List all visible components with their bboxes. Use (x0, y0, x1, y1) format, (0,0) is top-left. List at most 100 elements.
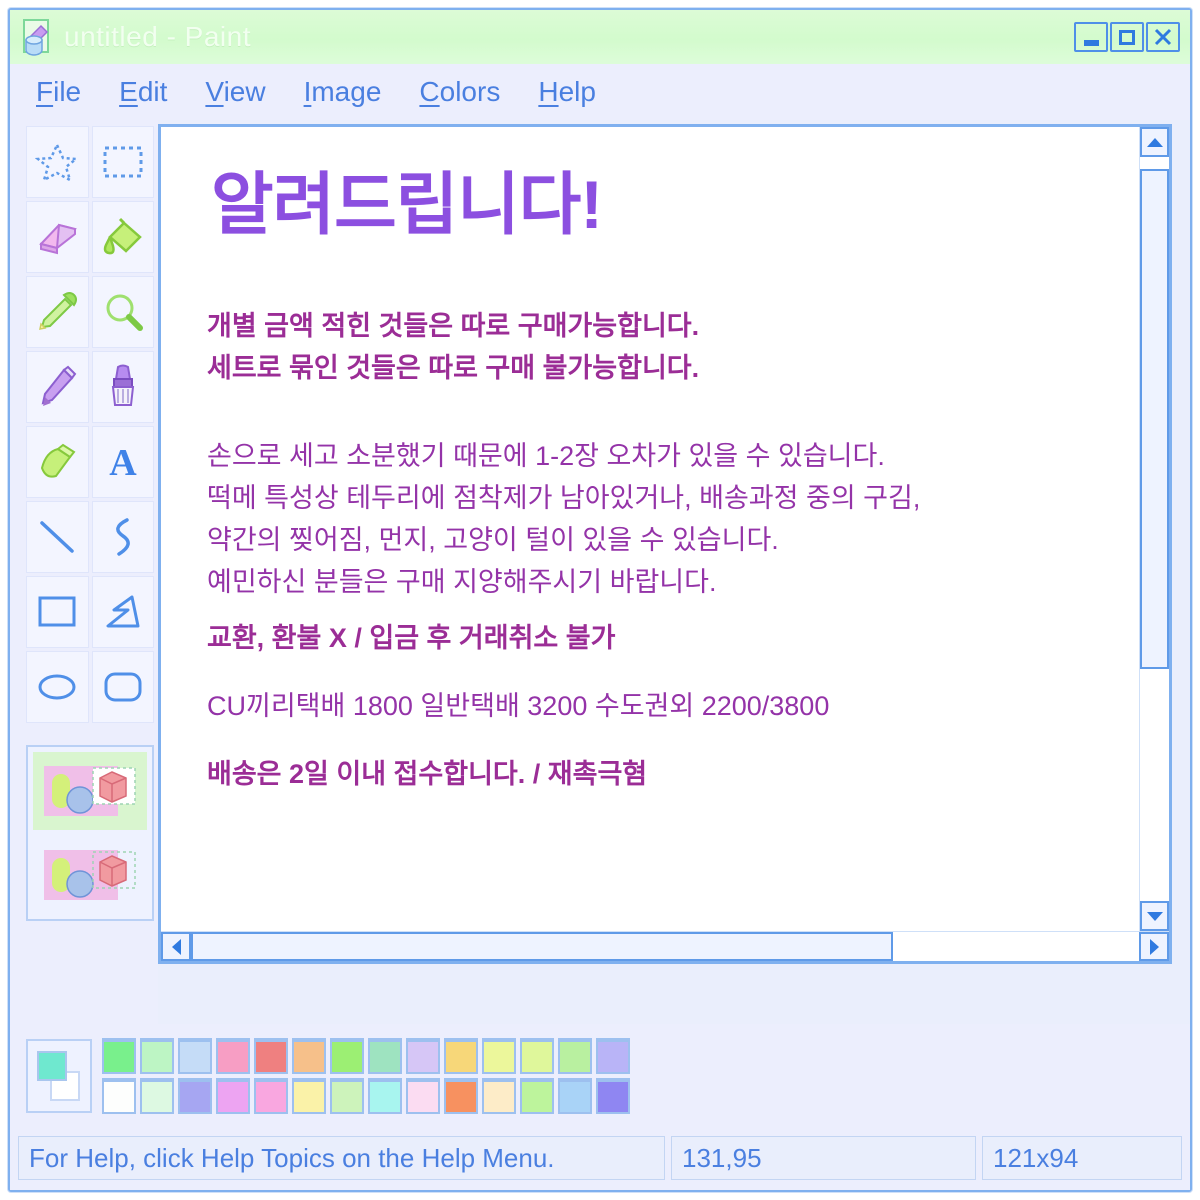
transparent-selection-option[interactable] (33, 836, 147, 914)
color-swatch[interactable] (558, 1038, 592, 1074)
titlebar[interactable]: untitled - Paint (10, 10, 1190, 64)
tool-line[interactable] (26, 501, 89, 573)
color-swatch[interactable] (330, 1038, 364, 1074)
ellipse-icon (35, 670, 79, 704)
toolbox: A (10, 120, 158, 1024)
tool-pencil[interactable] (26, 351, 89, 423)
canvas-row: 알려드립니다! 개별 금액 적힌 것들은 따로 구매가능합니다. 세트로 묶인 … (161, 127, 1169, 931)
tool-rounded-rectangle[interactable] (91, 651, 154, 723)
color-swatch[interactable] (558, 1078, 592, 1114)
canvas-frame: 알려드립니다! 개별 금액 적힌 것들은 따로 구매가능합니다. 세트로 묶인 … (158, 124, 1172, 964)
tool-polygon[interactable] (91, 576, 154, 648)
scroll-right-button[interactable] (1139, 932, 1169, 961)
horizontal-scroll-thumb[interactable] (191, 932, 893, 961)
vertical-scrollbar[interactable] (1139, 127, 1169, 931)
color-swatch[interactable] (406, 1038, 440, 1074)
color-swatch[interactable] (102, 1038, 136, 1074)
vertical-scroll-track[interactable] (1140, 157, 1169, 901)
color-swatch[interactable] (254, 1078, 288, 1114)
menu-item-colors[interactable]: Colors (419, 76, 500, 108)
tool-curve[interactable] (91, 501, 154, 573)
color-swatch[interactable] (292, 1078, 326, 1114)
menu-accel-colors: C (419, 76, 440, 107)
tool-ellipse[interactable] (26, 651, 89, 723)
canvas-line: 떡메 특성상 테두리에 점착제가 남아있거나, 배송과정 중의 구김, (207, 483, 921, 513)
statusbar: For Help, click Help Topics on the Help … (10, 1128, 1190, 1190)
scroll-up-button[interactable] (1140, 127, 1169, 157)
color-swatch[interactable] (140, 1038, 174, 1074)
color-swatch[interactable] (216, 1078, 250, 1114)
color-swatch[interactable] (254, 1038, 288, 1074)
menu-accel-edit: E (119, 76, 138, 107)
menu-accel-view: V (205, 76, 224, 107)
rounded-rectangle-icon (101, 670, 145, 704)
color-swatch[interactable] (444, 1038, 478, 1074)
menu-item-edit[interactable]: Edit (119, 76, 167, 108)
tool-eraser[interactable] (26, 201, 89, 273)
menu-item-file[interactable]: File (36, 76, 81, 108)
color-swatch[interactable] (178, 1038, 212, 1074)
color-swatch[interactable] (368, 1078, 402, 1114)
menu-accel-help: H (538, 76, 559, 107)
scroll-left-button[interactable] (161, 932, 191, 961)
color-swatch[interactable] (216, 1038, 250, 1074)
tool-pick-color[interactable] (26, 276, 89, 348)
close-button[interactable] (1146, 22, 1180, 52)
paint-window: untitled - Paint File Edit View Image Co… (8, 8, 1192, 1192)
canvas-paragraph-1: 개별 금액 적힌 것들은 따로 구매가능합니다. 세트로 묶인 것들은 따로 구… (207, 305, 1139, 389)
tool-rectangular-select[interactable] (91, 126, 154, 198)
eraser-icon (33, 217, 81, 257)
color-swatch[interactable] (140, 1078, 174, 1114)
color-swatch[interactable] (482, 1078, 516, 1114)
magnifier-icon (100, 290, 146, 334)
maximize-button[interactable] (1110, 22, 1144, 52)
color-swatch[interactable] (102, 1078, 136, 1114)
color-swatch[interactable] (520, 1038, 554, 1074)
tool-free-form-select[interactable] (26, 126, 89, 198)
color-swatches (102, 1038, 630, 1114)
polygon-icon (102, 593, 144, 631)
canvas-line: 손으로 세고 소분했기 때문에 1-2장 오차가 있을 수 있습니다. (207, 441, 885, 471)
tool-fill-with-color[interactable] (91, 201, 154, 273)
color-swatch[interactable] (292, 1038, 326, 1074)
menu-item-image[interactable]: Image (304, 76, 382, 108)
color-swatch[interactable] (368, 1038, 402, 1074)
svg-text:A: A (109, 442, 137, 482)
minimize-button[interactable] (1074, 22, 1108, 52)
foreground-color-chip[interactable] (37, 1051, 67, 1081)
menu-label-edit: dit (137, 76, 168, 107)
rectangle-icon (35, 594, 79, 630)
color-swatch[interactable] (596, 1078, 630, 1114)
tool-airbrush[interactable] (26, 426, 89, 498)
color-swatch[interactable] (178, 1078, 212, 1114)
color-swatch[interactable] (482, 1038, 516, 1074)
horizontal-scroll-track[interactable] (191, 932, 1139, 961)
opaque-selection-option[interactable] (33, 752, 147, 830)
color-swatch[interactable] (330, 1078, 364, 1114)
color-swatch[interactable] (596, 1038, 630, 1074)
vertical-scroll-thumb[interactable] (1140, 169, 1169, 669)
menu-label-help: elp (558, 76, 596, 107)
tool-rectangle[interactable] (26, 576, 89, 648)
tool-magnifier[interactable] (91, 276, 154, 348)
scroll-down-button[interactable] (1140, 901, 1169, 931)
menu-item-view[interactable]: View (205, 76, 265, 108)
canvas-line: 교환, 환불 X / 입금 후 거래취소 불가 (207, 623, 616, 653)
color-swatch[interactable] (406, 1078, 440, 1114)
menu-accel-file: F (36, 76, 54, 107)
drawing-canvas[interactable]: 알려드립니다! 개별 금액 적힌 것들은 따로 구매가능합니다. 세트로 묶인 … (161, 127, 1139, 931)
menu-item-help[interactable]: Help (538, 76, 596, 108)
tool-brush[interactable] (91, 351, 154, 423)
chevron-up-icon (1146, 137, 1163, 147)
color-swatch[interactable] (444, 1078, 478, 1114)
horizontal-scrollbar[interactable] (161, 931, 1169, 961)
canvas-line: CU끼리택배 1800 일반택배 3200 수도권외 2200/3800 (207, 691, 830, 721)
canvas-paragraph-2: 손으로 세고 소분했기 때문에 1-2장 오차가 있을 수 있습니다. 떡메 특… (207, 435, 1139, 603)
color-swatch[interactable] (520, 1078, 554, 1114)
active-color-indicator[interactable] (26, 1039, 92, 1113)
menu-label-view: iew (223, 76, 266, 107)
tool-text[interactable]: A (91, 426, 154, 498)
